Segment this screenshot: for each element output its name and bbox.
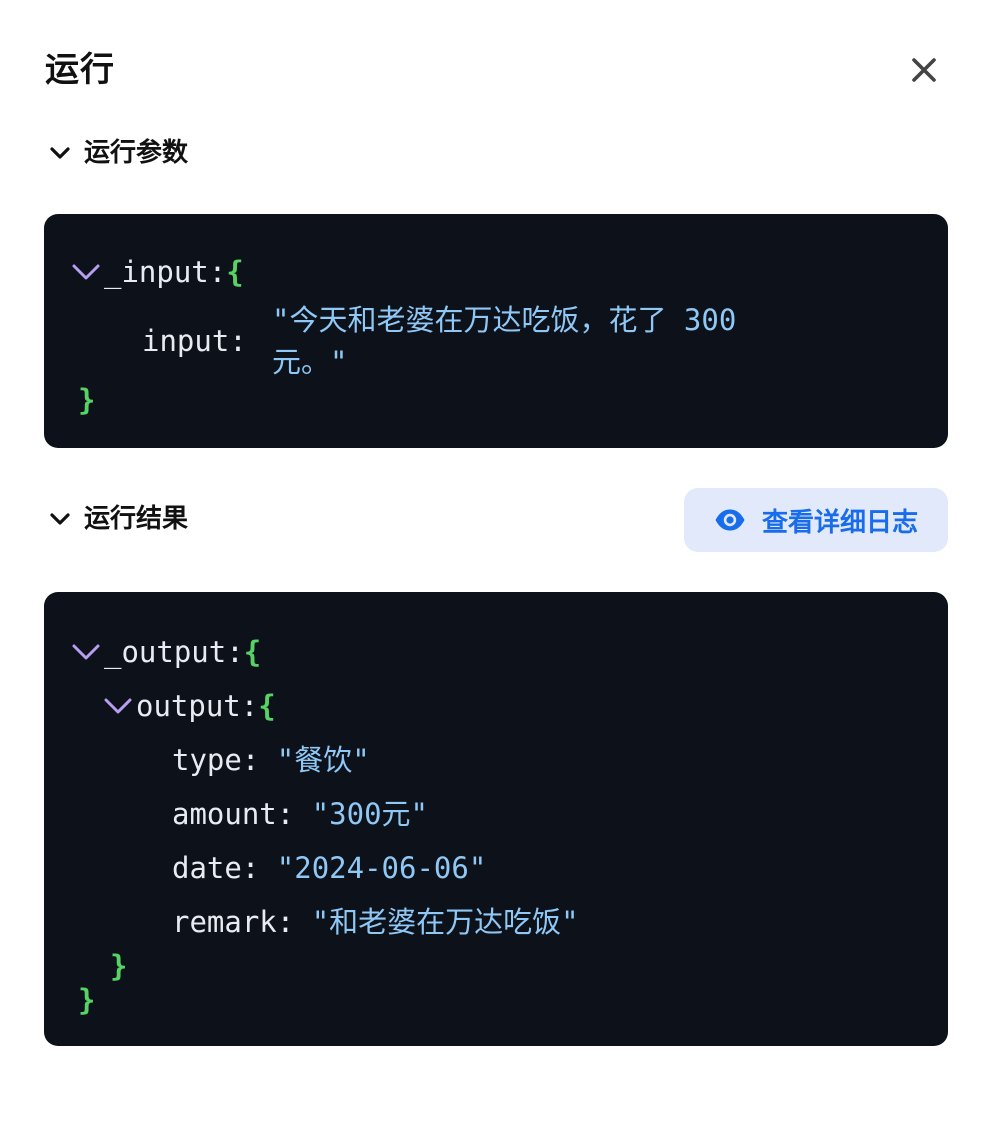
collapse-toggle-icon[interactable] bbox=[70, 634, 102, 670]
json-value: "300元" bbox=[311, 797, 428, 831]
collapse-toggle-icon[interactable] bbox=[70, 254, 102, 290]
json-key-input: input: bbox=[142, 324, 247, 358]
close-icon bbox=[912, 58, 936, 82]
section-label-params: 运行参数 bbox=[84, 138, 189, 168]
json-key: _input: bbox=[104, 255, 227, 289]
collapse-toggle-icon[interactable] bbox=[102, 688, 134, 724]
json-value: "2024-06-06" bbox=[276, 851, 487, 885]
section-header-params[interactable]: 运行参数 bbox=[46, 136, 188, 170]
json-value-input-line2: 元。" bbox=[272, 345, 348, 379]
panel-title: 运行 bbox=[45, 50, 115, 90]
view-log-label: 查看详细日志 bbox=[761, 506, 918, 537]
json-key: date: bbox=[172, 851, 260, 885]
section-label-results: 运行结果 bbox=[84, 504, 189, 534]
json-brace-close-child: } bbox=[110, 949, 128, 983]
json-key: amount: bbox=[172, 797, 295, 831]
section-header-results[interactable]: 运行结果 bbox=[46, 502, 188, 536]
json-node-output-child: output: { bbox=[102, 688, 276, 724]
json-brace-open: { bbox=[243, 635, 262, 669]
json-key: type: bbox=[172, 743, 260, 777]
json-field-row: date: "2024-06-06" bbox=[172, 850, 486, 886]
output-json-viewer: _output: { output: { type: "餐饮" amount: … bbox=[44, 592, 948, 1046]
view-detailed-log-button[interactable]: 查看详细日志 bbox=[684, 488, 948, 552]
close-button[interactable] bbox=[904, 50, 944, 90]
eye-icon bbox=[714, 504, 746, 536]
json-field-row: type: "餐饮" bbox=[172, 742, 370, 778]
json-brace-close-root: } bbox=[78, 983, 96, 1017]
json-value: "餐饮" bbox=[276, 743, 370, 777]
run-panel: 运行 运行参数 _input: { input: "今天和老婆在万达吃饭，花了 … bbox=[0, 0, 994, 1142]
json-brace-open: { bbox=[226, 255, 244, 289]
json-field-row: amount: "300元" bbox=[172, 796, 428, 832]
chevron-down-icon bbox=[46, 139, 74, 167]
input-json-viewer: _input: { input: "今天和老婆在万达吃饭，花了 300 元。" … bbox=[44, 214, 948, 448]
json-key: output: bbox=[136, 689, 259, 723]
json-key: remark: bbox=[172, 905, 295, 939]
json-brace-open: { bbox=[258, 689, 276, 723]
json-brace-close: } bbox=[78, 383, 96, 417]
json-node-input-root: _input: { bbox=[70, 254, 244, 290]
json-value: "和老婆在万达吃饭" bbox=[311, 905, 579, 939]
json-value-input-line1: "今天和老婆在万达吃饭，花了 300 bbox=[272, 303, 737, 337]
json-node-output-root: _output: { bbox=[70, 634, 261, 670]
json-key: _output: bbox=[104, 635, 244, 669]
json-field-row: remark: "和老婆在万达吃饭" bbox=[172, 904, 579, 940]
chevron-down-icon bbox=[46, 505, 74, 533]
